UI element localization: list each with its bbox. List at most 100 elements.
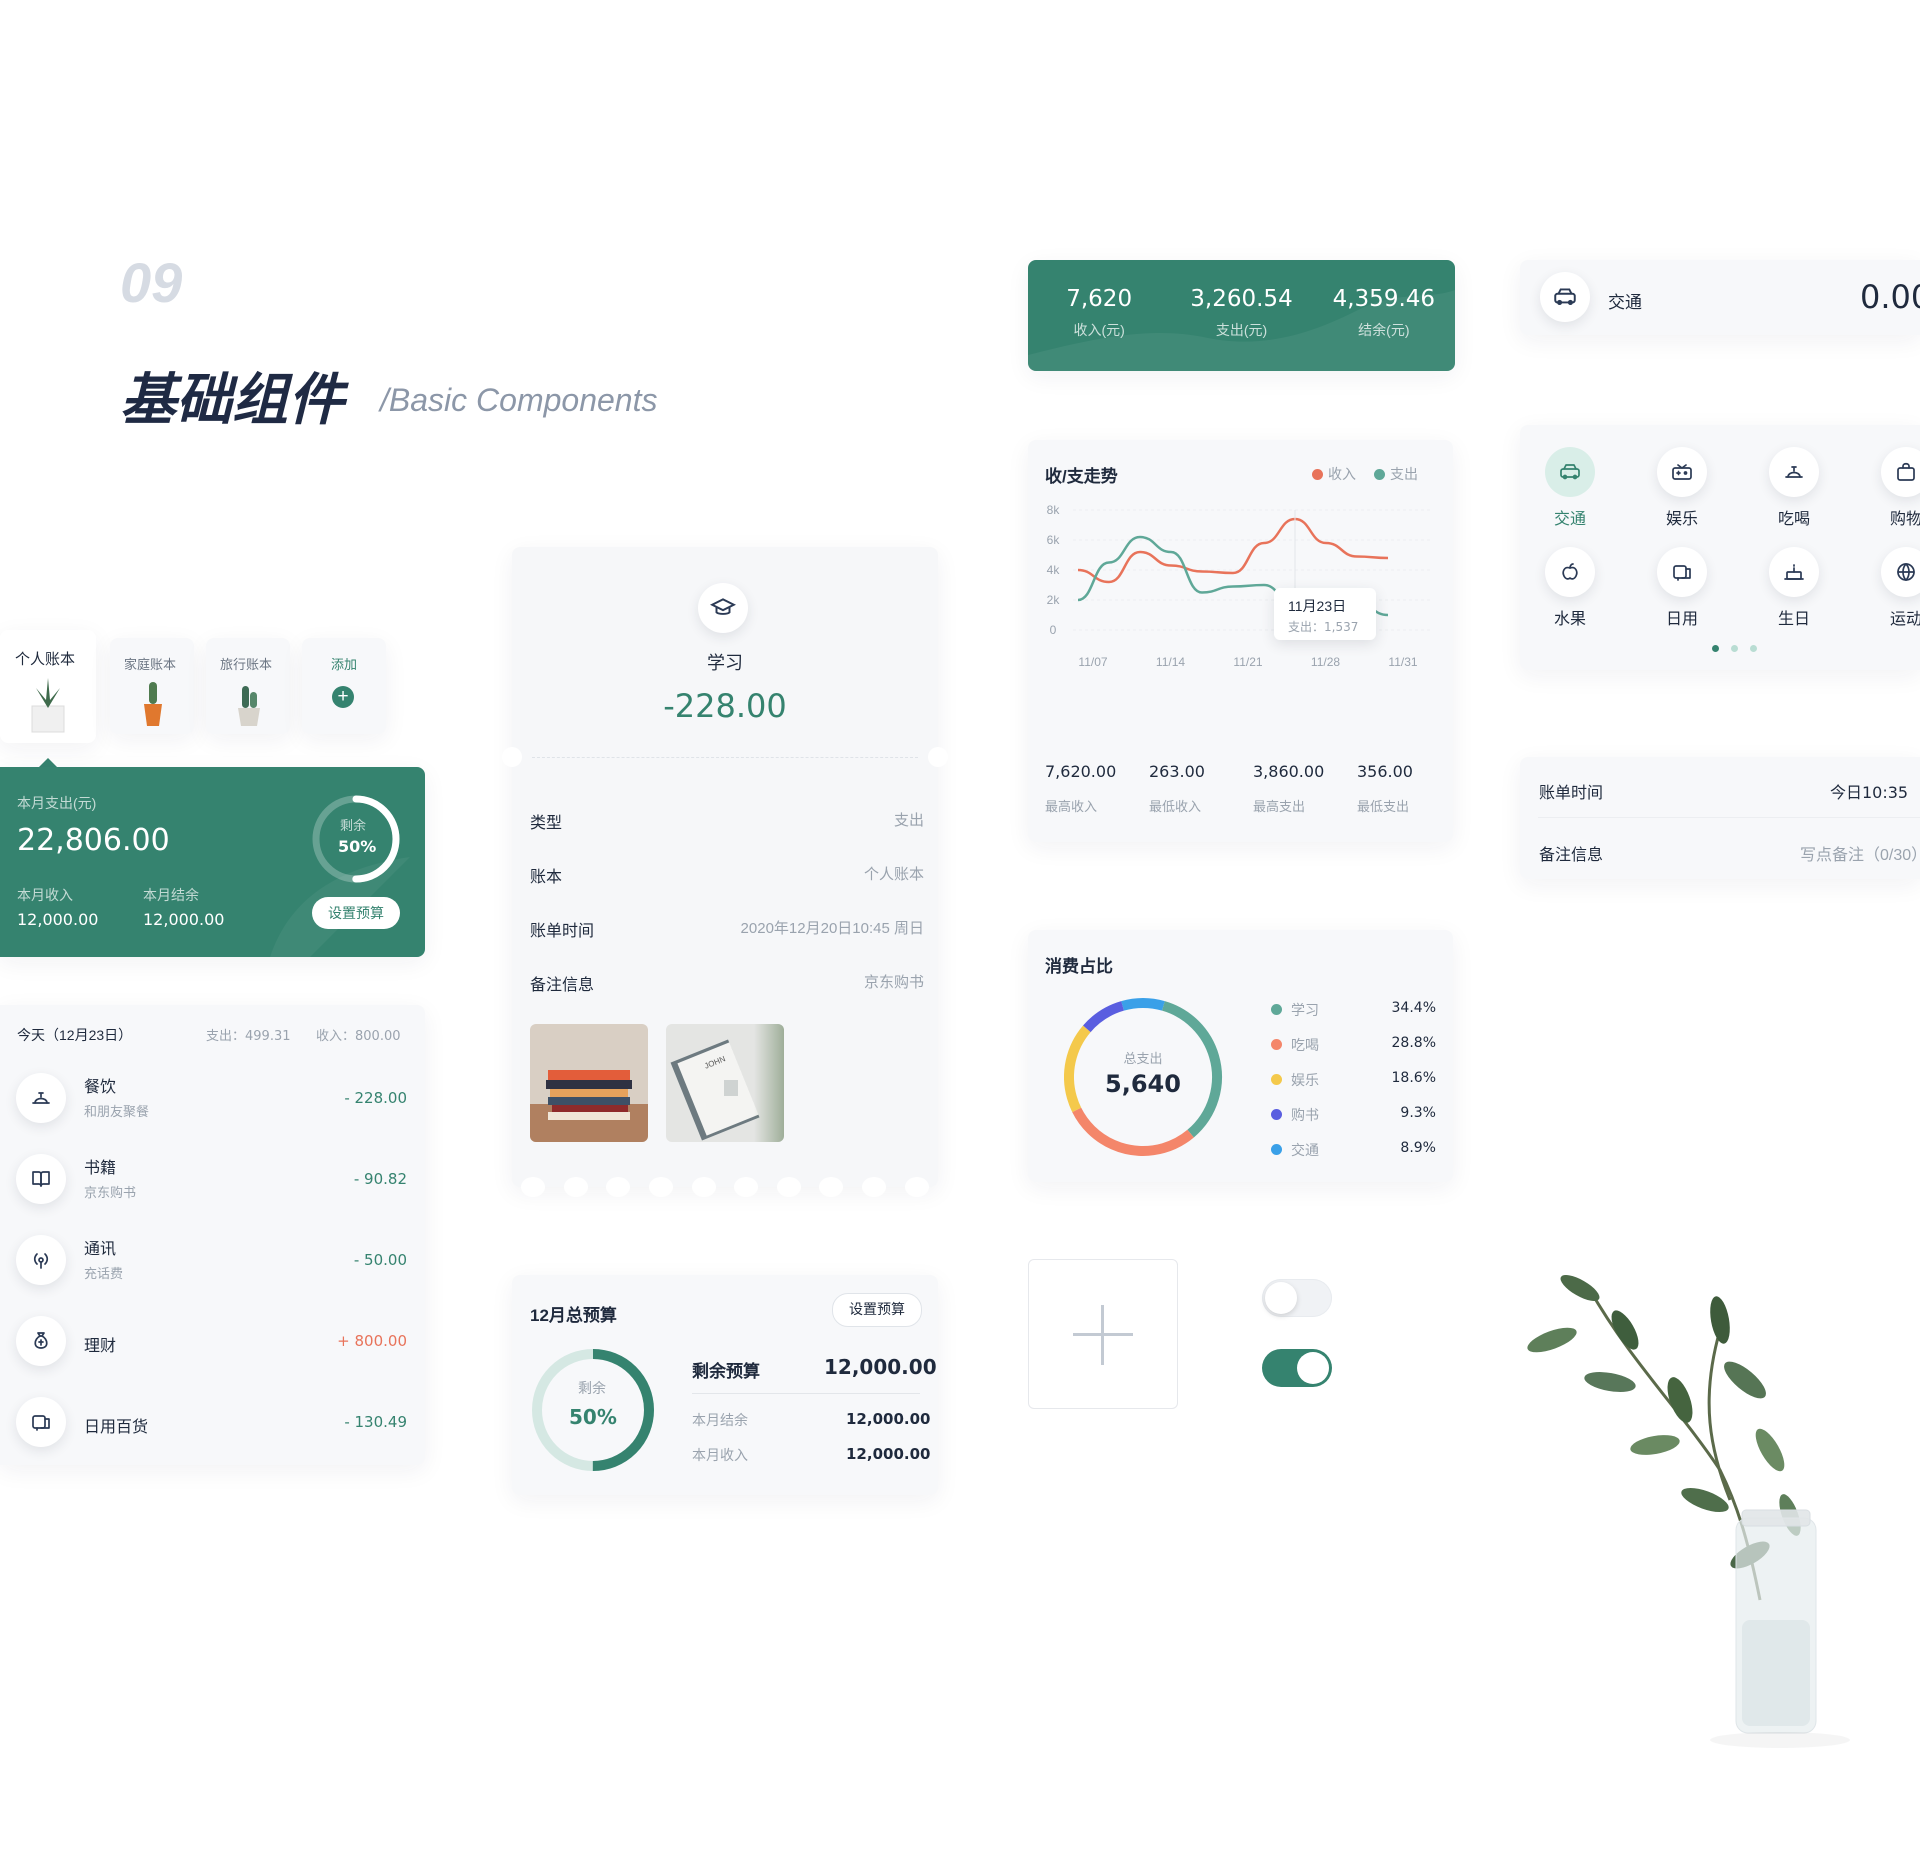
detail-category: 学习: [707, 653, 743, 673]
detail-row-value: 个人账本: [863, 866, 924, 883]
dining-bell-icon: [1769, 447, 1819, 497]
ticket-scallop-edge: [512, 1177, 938, 1197]
monthly-income-label: 本月收入: [17, 887, 73, 903]
transaction-title: 餐饮: [84, 1079, 117, 1096]
car-icon: [1540, 272, 1590, 322]
banner-income-label: 收入(元): [1073, 322, 1125, 338]
detail-amount: -228.00: [663, 687, 787, 725]
transaction-row[interactable]: 餐饮 和朋友聚餐 - 228.00: [0, 1065, 425, 1135]
toggle-on[interactable]: [1262, 1349, 1332, 1387]
detail-row: 账本 个人账本: [512, 863, 938, 893]
legend-percent: 34.4%: [1391, 1000, 1436, 1016]
set-budget-button[interactable]: 设置预算: [312, 897, 400, 929]
transaction-amount: - 130.49: [344, 1413, 407, 1431]
toggle-off[interactable]: [1262, 1279, 1332, 1317]
transaction-amount: - 50.00: [353, 1251, 407, 1269]
cake-icon: [1769, 547, 1819, 597]
add-circle-icon: +: [332, 686, 354, 708]
legend-percent: 28.8%: [1391, 1035, 1436, 1051]
category-apple[interactable]: 水果: [1530, 539, 1610, 629]
trend-stat-value: 263.00: [1149, 762, 1205, 781]
transport-amount-row[interactable]: 交通 0.00: [1520, 260, 1920, 335]
monthly-expense-value: 22,806.00: [17, 823, 170, 858]
x-tick-label: 11/14: [1156, 655, 1185, 669]
transaction-row[interactable]: 通讯 充话费 - 50.00: [0, 1227, 425, 1297]
banner-expense-label: 支出(元): [1215, 322, 1268, 338]
legend-name: 学习: [1291, 1002, 1319, 1018]
legend-name: 娱乐: [1291, 1072, 1319, 1088]
category-label: 交通: [1553, 511, 1586, 528]
category-cake[interactable]: 生日: [1754, 539, 1834, 629]
donut-legend-item: 购书 9.3%: [1271, 1105, 1436, 1125]
trend-stat-value: 7,620.00: [1045, 762, 1117, 781]
transaction-row[interactable]: 书籍 京东购书 - 90.82: [0, 1146, 425, 1216]
photo-book-plant[interactable]: JOHN: [666, 1024, 784, 1142]
trend-stat-label: 最低收入: [1149, 799, 1202, 814]
book-tab-label: 家庭账本: [124, 657, 177, 672]
budget-set-button[interactable]: 设置预算: [832, 1293, 922, 1327]
bill-note-input[interactable]: 写点备注（0/30）: [1800, 841, 1920, 865]
pager-dot-1[interactable]: [1712, 645, 1719, 652]
trend-stat-value: 356.00: [1357, 762, 1413, 781]
category-tissue[interactable]: 日用: [1642, 539, 1722, 629]
book-tab-family[interactable]: 家庭账本: [110, 638, 194, 734]
transaction-note: 和朋友聚餐: [84, 1104, 150, 1119]
bill-note-label: 备注信息: [1539, 847, 1604, 864]
book-tab-label: 添加: [331, 657, 358, 672]
trend-chart: 0 2k 4k 6k 8k 11/07 11/14 11/21 11/28 11/31: [1047, 503, 1433, 669]
divider: [1538, 817, 1920, 818]
trend-legend: 收入 支出: [1312, 464, 1418, 484]
x-tick-label: 11/28: [1311, 655, 1340, 669]
monthly-expense-card: 本月支出(元) 22,806.00 本月收入 12,000.00 本月结余 12…: [0, 767, 425, 957]
plant-vase-decoration: [1527, 1275, 1850, 1748]
photo-books[interactable]: [530, 1024, 648, 1142]
legend-dot: [1271, 1109, 1282, 1120]
detail-row: 备注信息 京东购书: [512, 971, 938, 1001]
book-tab-personal[interactable]: 个人账本: [0, 630, 96, 743]
category-label: 日用: [1665, 611, 1698, 628]
detail-row-label: 类型: [530, 815, 563, 832]
category-game[interactable]: 娱乐: [1642, 439, 1722, 529]
legend-name: 吃喝: [1291, 1037, 1319, 1053]
donut-legend-item: 学习 34.4%: [1271, 1000, 1436, 1020]
legend-income: 收入: [1312, 464, 1356, 484]
book-tab-add[interactable]: 添加 +: [302, 638, 386, 734]
category-label: 生日: [1777, 611, 1810, 628]
ticket-notch-left: [502, 747, 522, 767]
monthly-expense-label: 本月支出(元): [17, 795, 97, 811]
category-dining-bell[interactable]: 吃喝: [1754, 439, 1834, 529]
book-tab-travel[interactable]: 旅行账本: [206, 638, 290, 734]
monthly-balance-value: 12,000.00: [143, 910, 225, 929]
bill-time-value[interactable]: 今日10:35: [1830, 779, 1908, 803]
transaction-row[interactable]: 理财 + 800.00: [0, 1308, 425, 1378]
car-icon: [1545, 447, 1595, 497]
category-ball[interactable]: 运动: [1866, 539, 1920, 629]
pager-dot-2[interactable]: [1731, 645, 1738, 652]
y-tick-label: 8k: [1047, 503, 1061, 517]
trend-stat-value: 3,860.00: [1253, 762, 1325, 781]
legend-dot: [1271, 1144, 1282, 1155]
transaction-row[interactable]: 日用百货 - 130.49: [0, 1389, 425, 1459]
banner-income: 7,620 收入(元): [1028, 260, 1170, 371]
ticket-notch-right: [928, 747, 948, 767]
category-shopping-bag[interactable]: 购物: [1866, 439, 1920, 529]
x-tick-label: 11/21: [1233, 655, 1262, 669]
ticket-dashed-line: [532, 757, 918, 758]
book-tab-label: 个人账本: [15, 651, 76, 668]
expense-share-card: 消费占比 总支出 5,640 学习 34.4% 吃喝 28.8% 娱乐 18.6% 购书 9.…: [1028, 930, 1453, 1182]
category-label: 运动: [1889, 611, 1920, 628]
detail-row-value: 支出: [893, 812, 924, 829]
succulent-icon: [31, 678, 65, 733]
legend-dot: [1271, 1039, 1282, 1050]
trend-stat-label: 最高支出: [1253, 799, 1306, 814]
monthly-balance-label: 本月结余: [143, 887, 199, 903]
active-tab-pointer: [39, 758, 57, 767]
category-label: 吃喝: [1777, 511, 1810, 528]
category-label: 娱乐: [1665, 511, 1698, 528]
x-tick-label: 11/07: [1078, 655, 1107, 669]
pager-dot-3[interactable]: [1750, 645, 1757, 652]
signal-icon: [16, 1235, 66, 1285]
add-photo-tile[interactable]: [1028, 1259, 1178, 1409]
category-label: 购物: [1889, 511, 1920, 528]
category-car[interactable]: 交通: [1530, 439, 1610, 529]
